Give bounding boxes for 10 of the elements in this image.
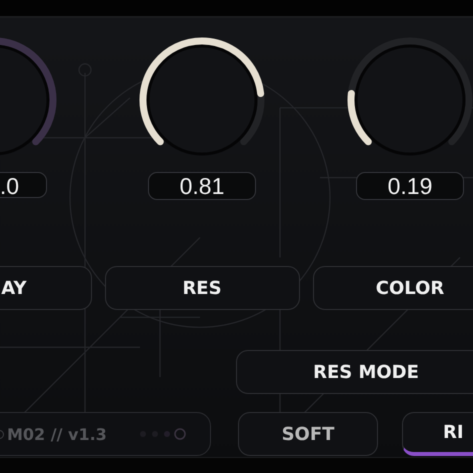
toggle-button[interactable]: RES bbox=[104, 266, 300, 310]
res-mode-button[interactable]: RES MODE bbox=[236, 350, 473, 394]
mode-button[interactable]: SOFT bbox=[238, 412, 378, 456]
version-label: M02 // v1.3 bbox=[7, 424, 107, 444]
value-display: .0 bbox=[0, 172, 47, 198]
mode-button[interactable]: RI bbox=[402, 412, 473, 456]
toggle-button[interactable]: AY bbox=[0, 266, 92, 310]
value-display: 0.81 bbox=[148, 172, 256, 200]
value-display: 0.19 bbox=[356, 172, 464, 200]
toggle-button[interactable]: COLOR bbox=[312, 266, 473, 310]
